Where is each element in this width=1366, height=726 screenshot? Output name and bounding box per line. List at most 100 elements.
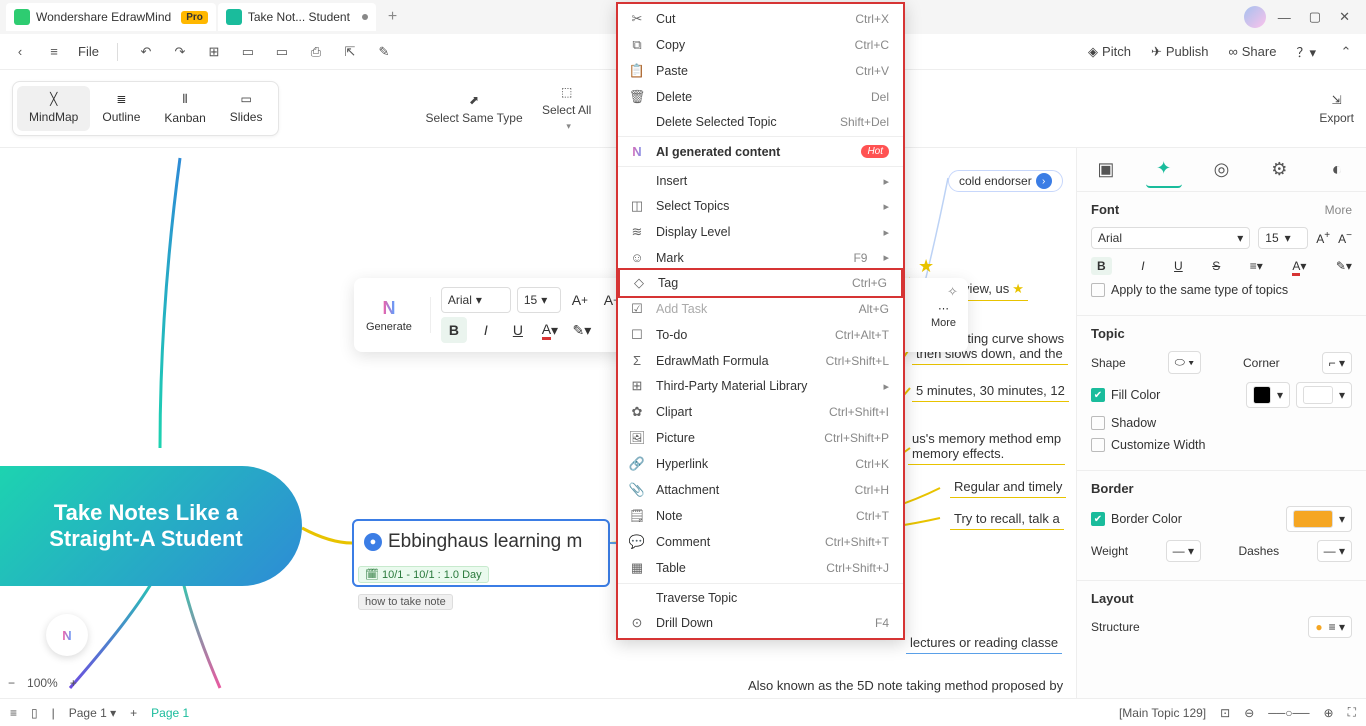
fill-color-2[interactable]: ▾ [1296,382,1352,408]
selected-topic[interactable]: ●Ebbinghaus learning m 🗓 10/1 - 10/1 : 1… [352,519,610,587]
fill-color-1[interactable]: ▾ [1246,382,1290,408]
bold-button[interactable]: B [1091,257,1112,275]
font-color-button[interactable]: A▾ [537,317,563,343]
fill-color-checkbox[interactable]: ✔Fill Color ▾ ▾ [1091,382,1352,408]
apply-same-type-checkbox[interactable]: Apply to the same type of topics [1091,283,1352,297]
page-select[interactable]: Page 1 ▾ [69,706,116,720]
font-family-select[interactable]: Arial▾ [1091,227,1250,249]
user-avatar[interactable] [1244,6,1266,28]
canvas[interactable]: Take Notes Like a Straight-A Student ●Eb… [0,148,1076,698]
font-size-select[interactable]: 15▾ [517,287,561,313]
add-page-button[interactable]: + [130,706,137,720]
ctx-tag[interactable]: ◇TagCtrl+G [618,268,903,298]
ctx-copy[interactable]: ⧉CopyCtrl+C [618,32,903,58]
publish-button[interactable]: ✈ Publish [1151,44,1209,60]
dashes-select[interactable]: — ▾ [1317,540,1352,562]
zoom-in-button[interactable]: ⊕ [1324,706,1334,720]
ctx-traverse[interactable]: Traverse Topic [618,586,903,610]
ctx-attachment[interactable]: 📎AttachmentCtrl+H [618,477,903,503]
ctx-display-level[interactable]: ≋Display Level▸ [618,219,903,245]
view-mindmap[interactable]: ╳MindMap [17,86,90,131]
print-button[interactable]: ⎙ [306,42,326,62]
bold-button[interactable]: B [441,317,467,343]
ctx-material-library[interactable]: ⊞Third-Party Material Library▸ [618,373,903,399]
fit-button[interactable]: ⊡ [1220,706,1230,720]
zoom-in-button[interactable]: + [70,676,77,690]
open-button[interactable]: ▭ [238,42,258,62]
ctx-mark[interactable]: ☺MarkF9▸ [618,245,903,270]
hamburger-icon[interactable]: ≡ [44,42,64,62]
ctx-picture[interactable]: 🖼PictureCtrl+Shift+P [618,425,903,451]
help-button[interactable]: ？▾ [1296,42,1316,61]
ctx-formula[interactable]: ΣEdrawMath FormulaCtrl+Shift+L [618,348,903,373]
add-button[interactable]: ⊞ [204,42,224,62]
font-size-select[interactable]: 15▾ [1258,227,1308,249]
ctx-note[interactable]: 🗒NoteCtrl+T [618,503,903,529]
ctx-add-task[interactable]: ☑Add TaskAlt+G [618,296,903,322]
subtopic[interactable]: us's memory method emp memory effects. [908,428,1065,465]
document-tab[interactable]: Take Not... Student [218,3,376,31]
weight-select[interactable]: — ▾ [1166,540,1201,562]
ctx-paste[interactable]: 📋PasteCtrl+V [618,58,903,84]
font-increase-button[interactable]: A+ [567,287,593,313]
highlight-button[interactable]: ✎▾ [1336,259,1352,273]
zoom-out-button[interactable]: − [8,676,15,690]
ctx-delete-selected[interactable]: Delete Selected TopicShift+Del [618,110,903,134]
ctx-cut[interactable]: ✂CutCtrl+X [618,6,903,32]
align-button[interactable]: ≡▾ [1250,259,1263,273]
active-page-label[interactable]: Page 1 [151,706,189,720]
font-color-button[interactable]: A▾ [1292,259,1306,273]
root-topic[interactable]: Take Notes Like a Straight-A Student [0,466,302,586]
italic-button[interactable]: I [1141,259,1144,273]
view-kanban[interactable]: ⫴Kanban [152,86,217,131]
shape-select[interactable]: ⬭ ▾ [1168,351,1201,374]
corner-select[interactable]: ⌐ ▾ [1322,352,1352,374]
bubble-node[interactable]: cold endorser › [948,170,1063,192]
zoom-out-button[interactable]: ⊖ [1244,706,1254,720]
select-same-type-button[interactable]: ⬈Select Same Type [425,93,522,125]
file-menu[interactable]: File [78,44,99,59]
customize-width-checkbox[interactable]: Customize Width [1091,438,1352,452]
date-tag[interactable]: 🗓 10/1 - 10/1 : 1.0 Day [358,566,489,583]
font-family-select[interactable]: Arial▾ [441,287,511,313]
view-slides[interactable]: ▭Slides [218,86,275,131]
shadow-checkbox[interactable]: Shadow [1091,416,1352,430]
underline-button[interactable]: U [505,317,531,343]
subtopic[interactable]: 5 minutes, 30 minutes, 12 [912,380,1069,402]
pin-icon[interactable]: ✧ [947,284,958,300]
close-button[interactable]: ✕ [1339,9,1350,25]
zoom-slider[interactable]: ──○── [1268,706,1309,720]
ai-fab-button[interactable]: N [46,614,88,656]
border-color-checkbox[interactable]: ✔Border Color ▾ [1091,506,1352,532]
ctx-comment[interactable]: 💬CommentCtrl+Shift+T [618,529,903,555]
highlight-button[interactable]: ✎▾ [569,317,595,343]
ctx-insert[interactable]: Insert▸ [618,169,903,193]
more-button[interactable]: ⋯More [931,302,956,329]
underline-button[interactable]: U [1174,259,1183,273]
undo-button[interactable]: ↶ [136,42,156,62]
ctx-clipart[interactable]: ✿ClipartCtrl+Shift+I [618,399,903,425]
panel-tab-history[interactable]: ◐ [1319,152,1355,188]
ctx-select-topics[interactable]: ◫Select Topics▸ [618,193,903,219]
status-panels-icon[interactable]: ▯ [31,706,38,720]
subtopic[interactable]: lectures or reading classe [906,632,1062,654]
font-decrease-button[interactable]: A− [1338,230,1352,246]
font-more-link[interactable]: More [1325,203,1352,217]
maximize-button[interactable]: ▢ [1309,9,1321,25]
note-tag[interactable]: how to take note [358,594,453,610]
ctx-hyperlink[interactable]: 🔗HyperlinkCtrl+K [618,451,903,477]
new-tab-button[interactable]: + [378,8,407,26]
export-button[interactable]: ⇲Export [1319,93,1354,125]
generate-button[interactable]: NGenerate [366,298,412,333]
minimize-button[interactable]: — [1278,10,1291,25]
share-button[interactable]: ∞ Share [1228,44,1276,59]
panel-tab-style[interactable]: ✦ [1146,152,1182,188]
ctx-delete[interactable]: 🗑DeleteDel [618,84,903,110]
status-outline-icon[interactable]: ≡ [10,706,17,720]
export-icon[interactable]: ⇱ [340,42,360,62]
chevron-right-icon[interactable]: › [1036,173,1052,189]
ctx-table[interactable]: ▦TableCtrl+Shift+J [618,555,903,581]
save-button[interactable]: ▭ [272,42,292,62]
italic-button[interactable]: I [473,317,499,343]
ctx-drill-down[interactable]: ⊙Drill DownF4 [618,610,903,636]
